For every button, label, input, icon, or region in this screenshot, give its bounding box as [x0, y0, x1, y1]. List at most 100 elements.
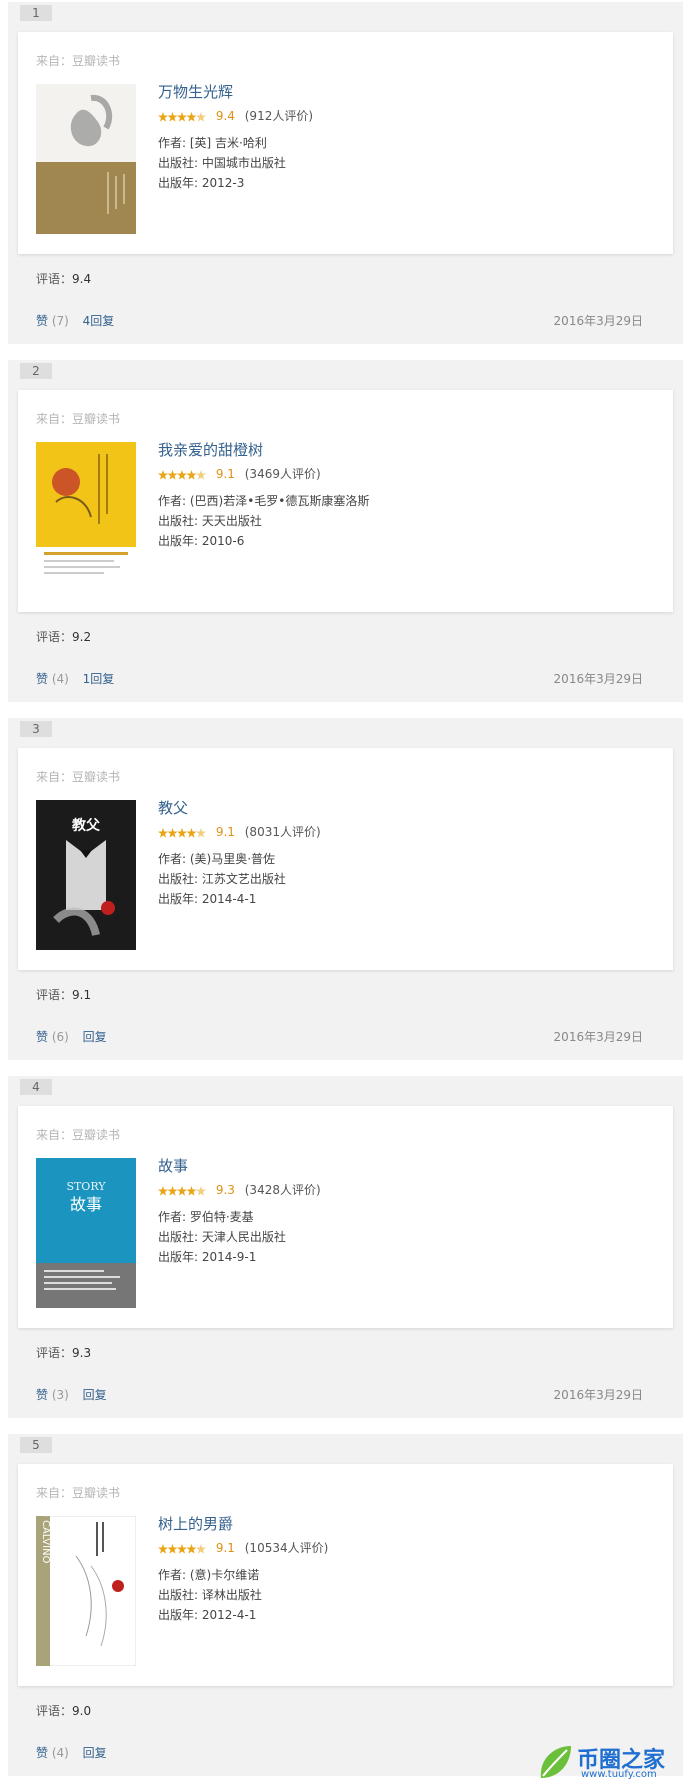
- book-cover[interactable]: [36, 84, 136, 234]
- entry-number: 1: [20, 5, 52, 21]
- svg-text:ITALO CALVINO: ITALO CALVINO: [40, 1516, 51, 1564]
- rating-count: (10534人评价): [244, 1541, 329, 1555]
- like-count: (4): [51, 672, 69, 686]
- book-title[interactable]: 故事: [158, 1156, 638, 1176]
- book-publisher: 出版社: 中国城市出版社: [158, 155, 286, 170]
- like-button[interactable]: 赞: [36, 672, 48, 686]
- book-card[interactable]: 来自：豆瓣读书 万物生光辉 9.4 (912人评价) 作者: [英] 吉米·哈利…: [18, 32, 673, 254]
- watermark-url: www.tuufy.com: [581, 1769, 657, 1780]
- book-cover[interactable]: [36, 442, 136, 592]
- comment: 评语：9.0: [36, 1702, 91, 1719]
- like-button[interactable]: 赞: [36, 1746, 48, 1760]
- feed-entry-4: 4 来自：豆瓣读书 STORY 故事 故事 9.3 (3428人评价) 作者: …: [8, 1076, 683, 1418]
- book-year: 出版年: 2014-4-1: [158, 891, 257, 906]
- like-count: (3): [51, 1388, 69, 1402]
- book-card[interactable]: 来自：豆瓣读书 ITALO CALVINO 树上的男爵 9.1 (10534人评…: [18, 1464, 673, 1686]
- comment-value: 9.1: [72, 988, 92, 1002]
- feed-entry-2: 2 来自：豆瓣读书 我亲爱的甜橙树 9.1 (3469人评价) 作者: (巴西)…: [8, 360, 683, 702]
- book-card[interactable]: 来自：豆瓣读书 我亲爱的甜橙树 9.1 (3469人评价) 作者: (巴西)若泽…: [18, 390, 673, 612]
- book-publisher: 出版社: 江苏文艺出版社: [158, 871, 286, 886]
- book-title[interactable]: 我亲爱的甜橙树: [158, 440, 638, 460]
- book-card[interactable]: 来自：豆瓣读书 STORY 故事 故事 9.3 (3428人评价) 作者: 罗伯…: [18, 1106, 673, 1328]
- like-count: (7): [51, 314, 69, 328]
- like-count: (6): [51, 1030, 69, 1044]
- book-title[interactable]: 教父: [158, 798, 638, 818]
- book-info: 万物生光辉 9.4 (912人评价) 作者: [英] 吉米·哈利 出版社: 中国…: [158, 82, 638, 193]
- leaf-logo-icon: [540, 1746, 571, 1778]
- rating-score: 9.1: [215, 467, 235, 481]
- source-label: 来自：豆瓣读书: [36, 1486, 121, 1500]
- reply-button[interactable]: 回复: [83, 1030, 107, 1044]
- comment: 评语：9.1: [36, 986, 91, 1003]
- feed-entry-1: 1 来自：豆瓣读书 万物生光辉 9.4 (912人评价) 作者: [英] 吉米·…: [8, 2, 683, 344]
- comment-value: 9.4: [72, 272, 92, 286]
- like-count: (4): [51, 1746, 69, 1760]
- entry-number: 5: [20, 1437, 52, 1453]
- book-cover[interactable]: 教父: [36, 800, 136, 950]
- comment-label: 评语：: [36, 630, 73, 644]
- source-label: 来自：豆瓣读书: [36, 1128, 121, 1142]
- rating-row: 9.3 (3428人评价): [158, 1182, 638, 1199]
- book-feed: 1 来自：豆瓣读书 万物生光辉 9.4 (912人评价) 作者: [英] 吉米·…: [0, 0, 693, 1790]
- star-rating-icon: [158, 467, 206, 483]
- book-author: 作者: (巴西)若泽•毛罗•德瓦斯康塞洛斯: [158, 493, 370, 508]
- star-rating-icon: [158, 1541, 206, 1557]
- comment-label: 评语：: [36, 1704, 73, 1718]
- entry-number: 2: [20, 363, 52, 379]
- book-info: 教父 9.1 (8031人评价) 作者: (美)马里奥·普佐 出版社: 江苏文艺…: [158, 798, 638, 909]
- rating-count: (912人评价): [244, 109, 314, 123]
- rating-row: 9.1 (10534人评价): [158, 1540, 638, 1557]
- like-button[interactable]: 赞: [36, 1030, 48, 1044]
- rating-row: 9.1 (8031人评价): [158, 824, 638, 841]
- comment: 评语：9.4: [36, 270, 91, 287]
- comment-value: 9.3: [72, 1346, 92, 1360]
- source-label: 来自：豆瓣读书: [36, 412, 121, 426]
- star-rating-icon: [158, 1183, 206, 1199]
- book-cover[interactable]: ITALO CALVINO: [36, 1516, 136, 1666]
- book-card[interactable]: 来自：豆瓣读书 教父 教父 9.1 (8031人评价) 作者: (美)马里奥·普…: [18, 748, 673, 970]
- book-year: 出版年: 2012-3: [158, 175, 245, 190]
- comment-label: 评语：: [36, 272, 73, 286]
- like-button[interactable]: 赞: [36, 314, 48, 328]
- reply-button[interactable]: 4回复: [83, 314, 115, 328]
- book-publisher: 出版社: 天天出版社: [158, 513, 262, 528]
- book-cover[interactable]: STORY 故事: [36, 1158, 136, 1308]
- rating-score: 9.1: [215, 1541, 235, 1555]
- post-date: 2016年3月29日: [553, 1388, 643, 1402]
- book-title[interactable]: 树上的男爵: [158, 1514, 638, 1534]
- feed-entry-5: 5 来自：豆瓣读书 ITALO CALVINO 树上的男爵 9.1 (10534…: [8, 1434, 683, 1776]
- book-year: 出版年: 2010-6: [158, 533, 245, 548]
- post-date: 2016年3月29日: [553, 1030, 643, 1044]
- reply-button[interactable]: 回复: [83, 1388, 107, 1402]
- rating-count: (8031人评价): [244, 825, 321, 839]
- post-date: 2016年3月29日: [553, 314, 643, 328]
- book-author: 作者: [英] 吉米·哈利: [158, 135, 267, 150]
- book-author: 作者: (意)卡尔维诺: [158, 1567, 260, 1582]
- comment-label: 评语：: [36, 1346, 73, 1360]
- book-info: 故事 9.3 (3428人评价) 作者: 罗伯特·麦基 出版社: 天津人民出版社…: [158, 1156, 638, 1267]
- svg-text:故事: 故事: [70, 1195, 102, 1214]
- entry-actions: 赞 (7) 4回复: [36, 312, 114, 329]
- comment: 评语：9.2: [36, 628, 91, 645]
- rating-row: 9.4 (912人评价): [158, 108, 638, 125]
- entry-actions: 赞 (4) 1回复: [36, 670, 114, 687]
- star-rating-icon: [158, 109, 206, 125]
- entry-actions: 赞 (3) 回复: [36, 1386, 107, 1403]
- entry-actions: 赞 (4) 回复: [36, 1744, 107, 1761]
- entry-actions: 赞 (6) 回复: [36, 1028, 107, 1045]
- comment: 评语：9.3: [36, 1344, 91, 1361]
- star-rating-icon: [158, 825, 206, 841]
- rating-count: (3428人评价): [244, 1183, 321, 1197]
- book-title[interactable]: 万物生光辉: [158, 82, 638, 102]
- rating-count: (3469人评价): [244, 467, 321, 481]
- book-info: 树上的男爵 9.1 (10534人评价) 作者: (意)卡尔维诺 出版社: 译林…: [158, 1514, 638, 1625]
- entry-number: 4: [20, 1079, 52, 1095]
- book-year: 出版年: 2012-4-1: [158, 1607, 257, 1622]
- reply-button[interactable]: 回复: [83, 1746, 107, 1760]
- svg-text:STORY: STORY: [66, 1180, 106, 1193]
- like-button[interactable]: 赞: [36, 1388, 48, 1402]
- reply-button[interactable]: 1回复: [83, 672, 115, 686]
- comment-label: 评语：: [36, 988, 73, 1002]
- svg-text:教父: 教父: [72, 817, 101, 834]
- book-author: 作者: 罗伯特·麦基: [158, 1209, 254, 1224]
